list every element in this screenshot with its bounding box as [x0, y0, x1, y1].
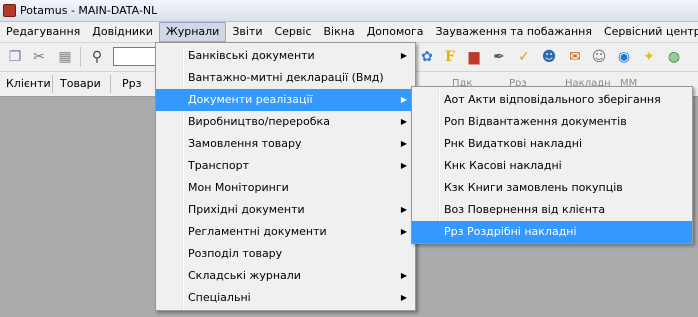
- tab-clients[interactable]: Клієнти: [6, 76, 51, 92]
- tab-retail[interactable]: Ррз: [122, 76, 141, 92]
- menu-editing[interactable]: Редагування: [0, 22, 86, 42]
- sales-documents-submenu: Аот Акти відповідального зберігання Роп …: [411, 86, 693, 244]
- submenu-arrow-icon: ▶: [400, 139, 407, 148]
- window-title: Potamus - MAIN-DATA-NL: [20, 4, 158, 17]
- menu-goods-distribution[interactable]: Розподіл товару: [156, 243, 415, 265]
- app-icon: [3, 4, 16, 17]
- menu-bar: Редагування Довідники Журнали Звіти Серв…: [0, 22, 698, 43]
- menu-goods-orders[interactable]: Замовлення товару ▶: [156, 133, 415, 155]
- submenu-arrow-icon: ▶: [400, 227, 407, 236]
- binoculars-icon[interactable]: ⚲: [88, 48, 106, 66]
- tab-separator: [52, 75, 53, 93]
- chart-icon[interactable]: ▆: [465, 48, 483, 66]
- menu-monitoring[interactable]: Мон Моніторинги: [156, 177, 415, 199]
- mail-icon[interactable]: ✉: [566, 48, 584, 66]
- menu-production[interactable]: Виробництво/переробка ▶: [156, 111, 415, 133]
- paste-icon[interactable]: ▦: [56, 48, 74, 66]
- submenu-arrow-icon: ▶: [400, 161, 407, 170]
- copy-icon[interactable]: ❐: [6, 48, 24, 66]
- menu-customs-declarations[interactable]: Вантажно-митні декларації (Вмд): [156, 67, 415, 89]
- user-icon[interactable]: ☻: [540, 48, 558, 66]
- smiley-icon[interactable]: ☺: [590, 48, 608, 66]
- submenu-shipment-documents[interactable]: Роп Відвантаження документів: [412, 111, 692, 133]
- submenu-retail-invoices[interactable]: Ррз Роздрібні накладні: [412, 221, 692, 243]
- menu-directories[interactable]: Довідники: [86, 22, 159, 42]
- menu-transport[interactable]: Транспорт ▶: [156, 155, 415, 177]
- submenu-expense-invoices[interactable]: Рнк Видаткові накладні: [412, 133, 692, 155]
- menu-regulatory-documents[interactable]: Регламентні документи ▶: [156, 221, 415, 243]
- toolbar-separator: [80, 47, 81, 67]
- submenu-arrow-icon: ▶: [400, 117, 407, 126]
- tab-goods[interactable]: Товари: [60, 76, 101, 92]
- menu-help[interactable]: Допомога: [361, 22, 430, 42]
- menu-incoming-documents[interactable]: Прихідні документи ▶: [156, 199, 415, 221]
- browser-icon[interactable]: ◉: [615, 48, 633, 66]
- submenu-arrow-icon: ▶: [400, 293, 407, 302]
- submenu-cash-invoices[interactable]: Кнк Касові накладні: [412, 155, 692, 177]
- cut-icon[interactable]: ✂: [30, 48, 48, 66]
- submenu-arrow-icon: ▶: [400, 205, 407, 214]
- globe-icon[interactable]: ◍: [665, 48, 683, 66]
- menu-journals[interactable]: Журнали: [158, 22, 227, 42]
- menu-service[interactable]: Сервіс: [268, 22, 317, 42]
- menu-service-center[interactable]: Сервісний центр: [598, 22, 698, 42]
- submenu-customer-order-books[interactable]: Кзк Книги замовлень покупців: [412, 177, 692, 199]
- help-icon[interactable]: ✿: [418, 48, 436, 66]
- submenu-custody-acts[interactable]: Аот Акти відповідального зберігання: [412, 89, 692, 111]
- title-bar: Potamus - MAIN-DATA-NL: [0, 0, 698, 22]
- submenu-arrow-icon: ▶: [400, 271, 407, 280]
- menu-feedback[interactable]: Зауваження та побажання: [430, 22, 598, 42]
- menu-bank-documents[interactable]: Банківські документи ▶: [156, 45, 415, 67]
- menu-reports[interactable]: Звіти: [226, 22, 268, 42]
- tools-icon[interactable]: ✒: [490, 48, 508, 66]
- search-input[interactable]: [113, 47, 157, 66]
- submenu-arrow-icon: ▶: [400, 51, 407, 60]
- menu-special[interactable]: Спеціальні ▶: [156, 287, 415, 309]
- tab-separator: [110, 75, 111, 93]
- check-icon[interactable]: ✓: [515, 48, 533, 66]
- submenu-arrow-icon: ▶: [400, 95, 407, 104]
- filter-icon[interactable]: F: [441, 48, 459, 66]
- journals-dropdown: Банківські документи ▶ Вантажно-митні дек…: [155, 42, 416, 311]
- menu-warehouse-journals[interactable]: Складські журнали ▶: [156, 265, 415, 287]
- menu-sales-documents[interactable]: Документи реалізації ▶: [156, 89, 415, 111]
- submenu-client-returns[interactable]: Воз Повернення від клієнта: [412, 199, 692, 221]
- bulb-icon[interactable]: ✦: [640, 48, 658, 66]
- menu-windows[interactable]: Вікна: [318, 22, 361, 42]
